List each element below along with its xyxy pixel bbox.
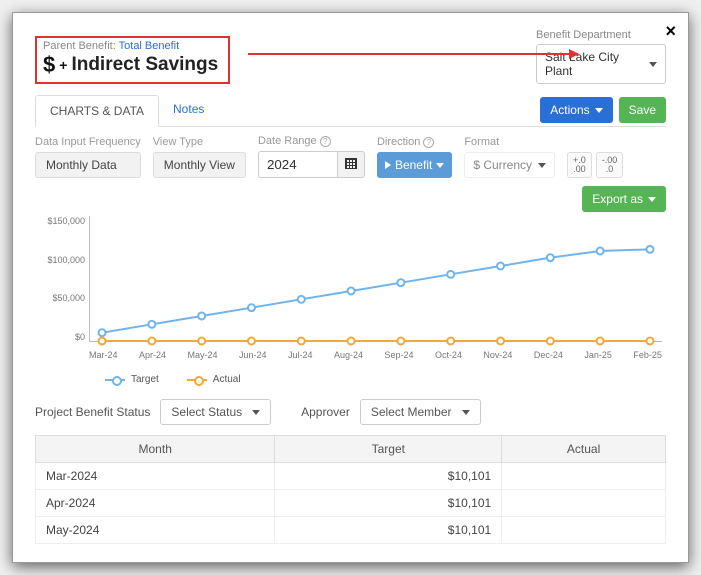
tab-notes[interactable]: Notes <box>159 94 218 126</box>
legend-mark-icon <box>187 379 207 381</box>
chevron-down-icon <box>462 410 470 415</box>
x-tick: Apr-24 <box>139 350 166 360</box>
y-tick: $50,000 <box>52 293 85 303</box>
y-tick: $150,000 <box>47 216 85 226</box>
help-icon[interactable]: ? <box>320 136 331 147</box>
col-target: Target <box>275 436 502 463</box>
direction-label: Direction ? <box>377 136 452 148</box>
date-range-input[interactable] <box>258 151 338 178</box>
x-tick: May-24 <box>187 350 217 360</box>
data-table: Month Target Actual Mar-2024$10,101Apr-2… <box>35 435 666 544</box>
direction-button[interactable]: Benefit <box>377 152 452 178</box>
freq-value[interactable]: Monthly Data <box>35 152 141 178</box>
col-month: Month <box>36 436 275 463</box>
y-tick: $0 <box>75 332 85 342</box>
chevron-down-icon <box>595 108 603 113</box>
chevron-down-icon <box>252 410 260 415</box>
benefit-chart: $150,000 $100,000 $50,000 $0 Mar-24 Apr-24 Ma… <box>35 216 666 366</box>
x-tick: Aug-24 <box>334 350 363 360</box>
plus-icon: + <box>59 57 67 73</box>
x-tick: Oct-24 <box>435 350 462 360</box>
format-select[interactable]: $ Currency <box>464 152 555 178</box>
y-tick: $100,000 <box>47 255 85 265</box>
col-actual: Actual <box>502 436 666 463</box>
legend-mark-icon <box>105 379 125 381</box>
table-row: May-2024$10,101 <box>36 517 666 544</box>
chevron-down-icon <box>538 163 546 168</box>
tab-charts-data[interactable]: CHARTS & DATA <box>35 95 159 127</box>
dept-select[interactable]: Salt Lake City Plant <box>536 44 666 84</box>
x-tick: Jul-24 <box>288 350 313 360</box>
calendar-button[interactable] <box>338 151 365 178</box>
calendar-icon <box>345 158 357 169</box>
benefit-modal: × Parent Benefit: Total Benefit $ + Indi… <box>12 12 689 563</box>
table-row: Apr-2024$10,101 <box>36 490 666 517</box>
view-label: View Type <box>153 136 246 148</box>
x-tick: Sep-24 <box>384 350 413 360</box>
legend-actual: Actual <box>187 374 241 385</box>
format-label: Format <box>464 136 555 148</box>
table-row: Mar-2024$10,101 <box>36 463 666 490</box>
annotation-arrow <box>248 53 578 55</box>
x-tick: Dec-24 <box>534 350 563 360</box>
view-value[interactable]: Monthly View <box>153 152 246 178</box>
project-benefit-status-label: Project Benefit Status <box>35 405 150 419</box>
chevron-down-icon <box>648 197 656 202</box>
save-button[interactable]: Save <box>619 97 666 123</box>
close-icon[interactable]: × <box>665 21 676 42</box>
decrease-decimal-button[interactable]: -.00.0 <box>596 152 624 178</box>
help-icon[interactable]: ? <box>423 137 434 148</box>
play-icon <box>385 161 391 169</box>
legend-target: Target <box>105 374 159 385</box>
chevron-down-icon <box>649 62 657 67</box>
approver-select[interactable]: Select Member <box>360 399 481 425</box>
approver-label: Approver <box>301 405 350 419</box>
x-tick: Mar-24 <box>89 350 118 360</box>
x-tick: Feb-25 <box>633 350 662 360</box>
dollar-icon: $ <box>43 52 55 78</box>
dept-label: Benefit Department <box>536 29 666 41</box>
x-tick: Nov-24 <box>483 350 512 360</box>
export-button[interactable]: Export as <box>582 186 666 212</box>
parent-label: Parent Benefit: <box>43 40 116 52</box>
status-select[interactable]: Select Status <box>160 399 271 425</box>
title-box: Parent Benefit: Total Benefit $ + Indire… <box>35 36 230 84</box>
page-title: Indirect Savings <box>71 54 218 76</box>
date-label: Date Range ? <box>258 135 365 147</box>
x-tick: Jun-24 <box>239 350 267 360</box>
x-tick: Jan-25 <box>584 350 612 360</box>
freq-label: Data Input Frequency <box>35 136 141 148</box>
parent-benefit-link[interactable]: Total Benefit <box>119 40 180 52</box>
actions-button[interactable]: Actions <box>540 97 612 123</box>
increase-decimal-button[interactable]: +.0.00 <box>567 152 592 178</box>
chevron-down-icon <box>436 163 444 168</box>
